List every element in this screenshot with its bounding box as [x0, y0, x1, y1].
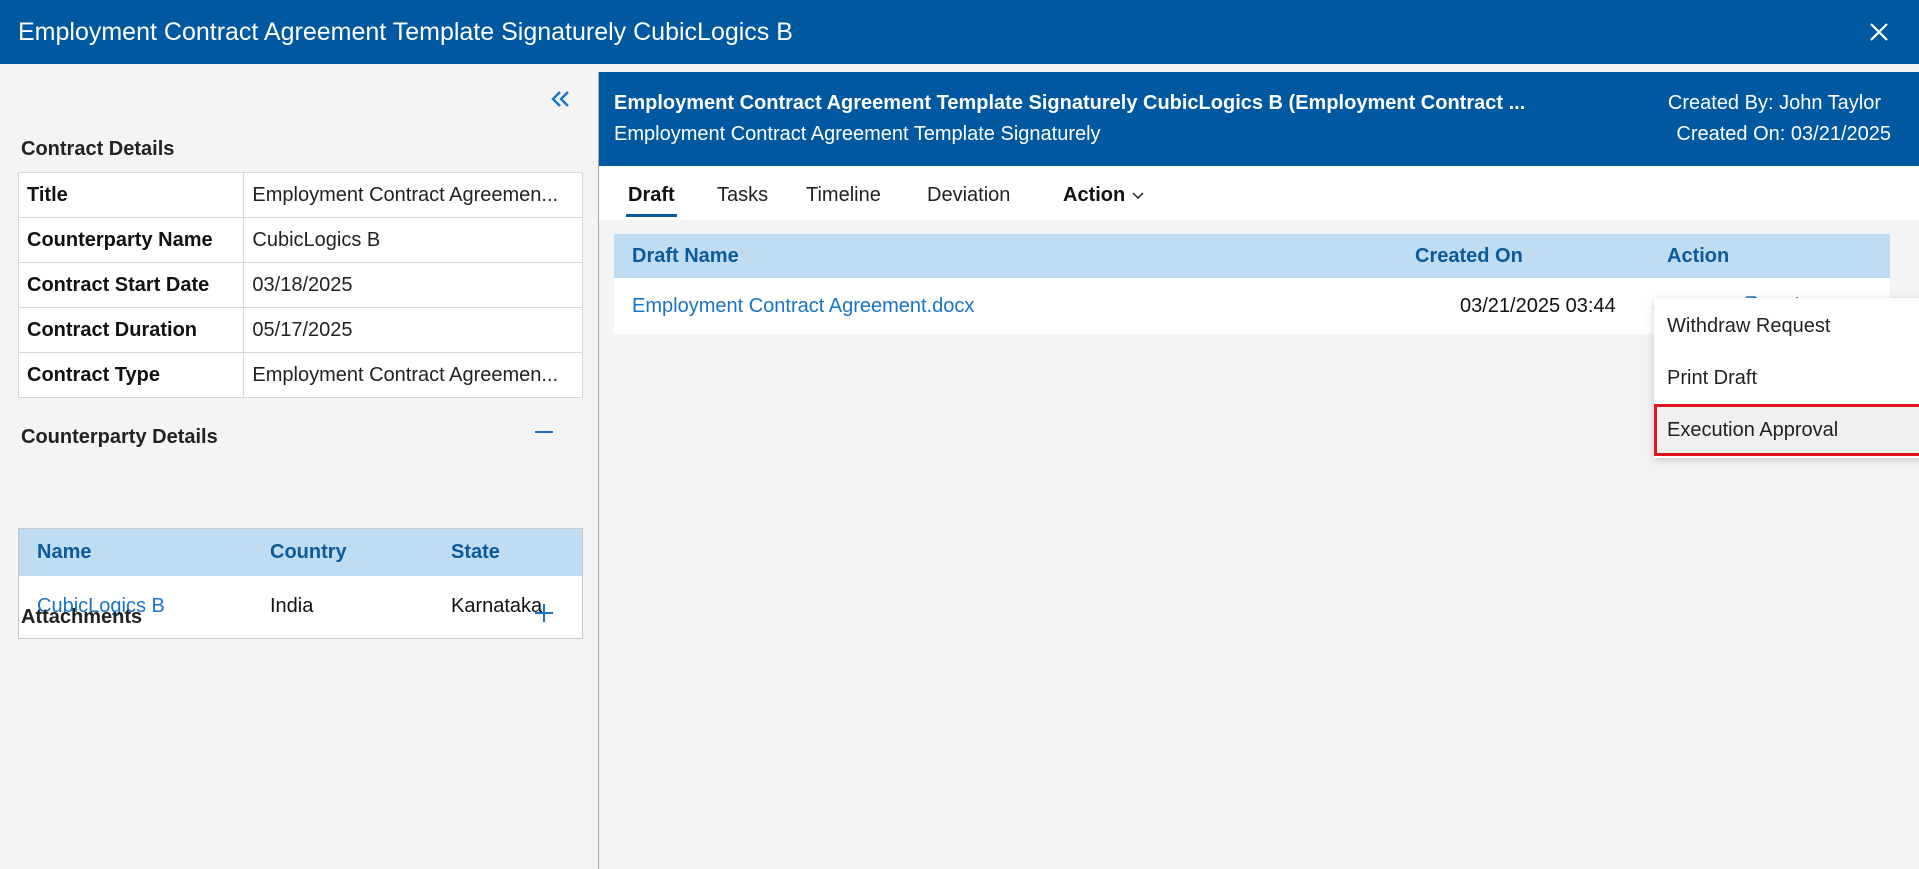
chevron-down-icon	[1132, 192, 1144, 199]
attachments-heading: Attachments	[21, 606, 143, 628]
column-header-name: Name	[37, 541, 92, 563]
created-on-value: 03/21/2025	[1790, 123, 1891, 145]
table-header: Name Country State	[19, 529, 582, 576]
window-titlebar: Employment Contract Agreement Template S…	[0, 0, 1919, 64]
tab-timeline[interactable]: Timeline	[806, 184, 881, 207]
column-header-created-on: Created On	[1415, 245, 1523, 267]
created-by-label: Created By:	[1667, 92, 1780, 114]
created-by: Created By: John Taylor	[1668, 92, 1881, 115]
detail-value: Employment Contract Agreemen...	[243, 172, 583, 218]
column-header-draft-name: Draft Name	[632, 245, 739, 267]
draft-panel: Employment Contract Agreement Template S…	[599, 72, 1919, 869]
tab-tasks[interactable]: Tasks	[717, 184, 768, 207]
menu-item-print-draft[interactable]: Print Draft	[1654, 352, 1919, 404]
action-dropdown-menu: Withdraw Request Print Draft Execution A…	[1654, 298, 1919, 458]
detail-label: Contract Type	[17, 352, 245, 398]
menu-item-withdraw-request[interactable]: Withdraw Request	[1654, 300, 1919, 352]
counterparty-details-heading: Counterparty Details	[21, 426, 218, 448]
contract-details-heading: Contract Details	[21, 138, 175, 160]
tab-action[interactable]: Action	[1063, 184, 1145, 207]
draft-file-link[interactable]: Employment Contract Agreement.docx	[632, 295, 974, 318]
detail-value: Employment Contract Agreemen...	[243, 352, 583, 398]
tab-draft[interactable]: Draft	[628, 184, 675, 207]
table-header: Draft Name Created On Action	[614, 234, 1890, 278]
counterparty-state: Karnataka	[451, 595, 543, 617]
column-header-state: State	[451, 541, 500, 563]
detail-value: CubicLogics B	[243, 217, 583, 263]
detail-value: 05/17/2025	[243, 307, 583, 353]
detail-label: Contract Start Date	[17, 262, 245, 308]
collapse-section-icon[interactable]	[531, 419, 557, 445]
column-header-action: Action	[1667, 245, 1730, 267]
window-title: Employment Contract Agreement Template S…	[18, 18, 793, 46]
draft-created-on: 03/21/2025 03:44	[1460, 295, 1616, 317]
action-tab-label: Action	[1063, 184, 1126, 206]
created-by-value: John Taylor	[1779, 92, 1881, 114]
detail-row-duration: Contract Duration 05/17/2025	[17, 307, 583, 353]
detail-value: 03/18/2025	[243, 262, 583, 308]
detail-row-counterparty: Counterparty Name CubicLogics B	[17, 217, 583, 263]
contract-title: Employment Contract Agreement Template S…	[614, 92, 1526, 114]
detail-label: Title	[17, 172, 245, 218]
contract-header: Employment Contract Agreement Template S…	[599, 72, 1919, 166]
close-icon[interactable]	[1865, 18, 1893, 46]
contract-details-table: Title Employment Contract Agreemen... Co…	[17, 172, 583, 398]
active-tab-indicator	[626, 214, 677, 217]
contract-subtitle: Employment Contract Agreement Template S…	[614, 123, 1101, 145]
created-on: Created On: 03/21/2025	[1676, 123, 1891, 146]
add-attachment-icon[interactable]	[531, 600, 557, 626]
detail-row-type: Contract Type Employment Contract Agreem…	[17, 352, 583, 398]
tab-deviation[interactable]: Deviation	[927, 184, 1010, 207]
contract-sidebar: Contract Details Title Employment Contra…	[0, 64, 598, 869]
detail-row-start-date: Contract Start Date 03/18/2025	[17, 262, 583, 308]
created-on-label: Created On:	[1676, 123, 1791, 145]
detail-label: Contract Duration	[17, 307, 245, 353]
detail-row-title: Title Employment Contract Agreemen...	[17, 172, 583, 218]
menu-item-execution-approval[interactable]: Execution Approval	[1654, 404, 1919, 456]
collapse-panel-icon[interactable]	[545, 84, 575, 114]
counterparty-country: India	[270, 595, 314, 617]
column-header-country: Country	[270, 541, 347, 563]
tab-bar: Draft Tasks Timeline Deviation Action	[599, 166, 1919, 220]
detail-label: Counterparty Name	[17, 217, 245, 263]
